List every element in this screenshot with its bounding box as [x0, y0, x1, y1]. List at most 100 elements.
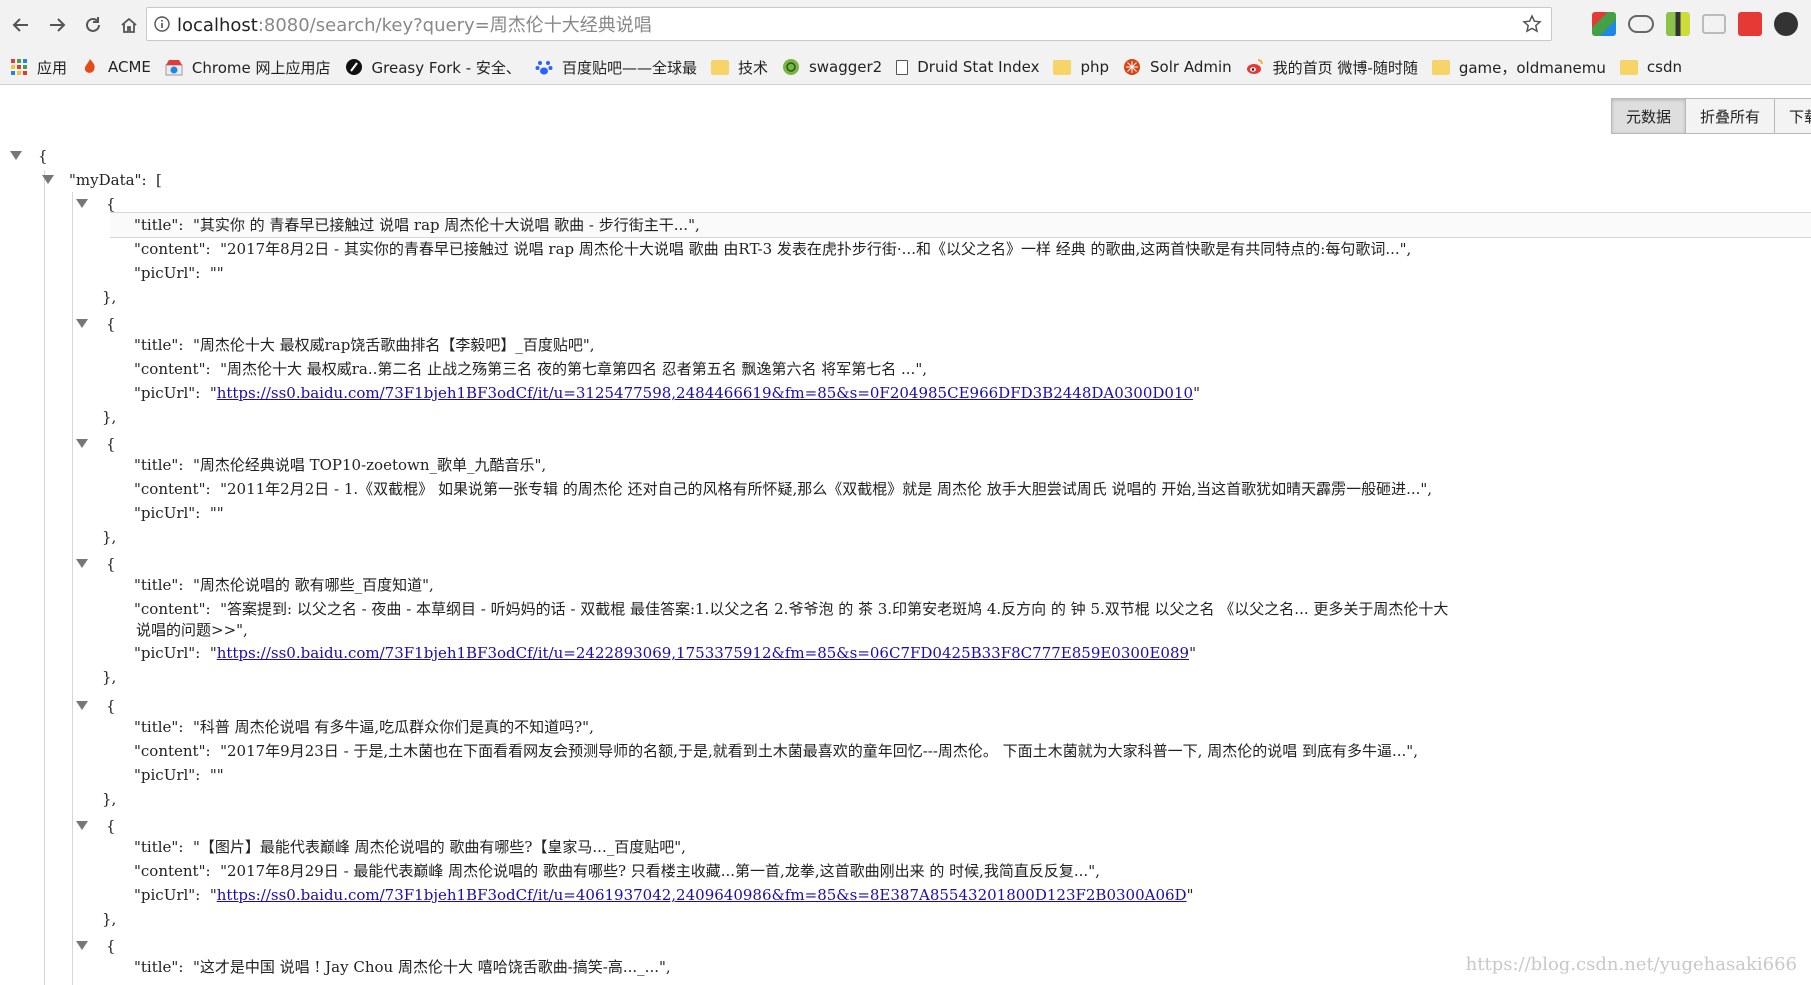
indent-guide [44, 170, 45, 985]
folder-icon [1619, 59, 1638, 75]
item-open-brace: { [106, 817, 116, 835]
item-close-brace: }, [102, 910, 117, 928]
root-open-brace: { [38, 147, 48, 165]
url-host: localhost [177, 15, 258, 36]
item-close-brace: }, [102, 288, 117, 306]
info-icon[interactable] [147, 16, 177, 32]
extension-icons [1592, 12, 1798, 36]
title-line[interactable]: "title": "【图片】最能代表巅峰 周杰伦说唱的 歌曲有哪些?【皇家马..… [134, 837, 686, 857]
raw-data-button[interactable]: 元数据 [1611, 98, 1687, 134]
bookmark-folder-php[interactable]: php [1053, 58, 1109, 76]
bookmark-label: php [1080, 58, 1110, 76]
picurl-line[interactable]: "picUrl": "" [134, 503, 224, 523]
bookmark-webstore[interactable]: Chrome 网上应用店 [165, 57, 331, 78]
bookmark-greasyfork[interactable]: Greasy Fork - 安全、 [345, 57, 521, 78]
title-value: "【图片】最能代表巅峰 周杰伦说唱的 歌曲有哪些?【皇家马..._百度贴吧", [192, 838, 686, 856]
watermark-text: https://blog.csdn.net/yugehasaki666 [1465, 954, 1797, 975]
address-bar[interactable]: localhost:8080/search/key?query=周杰伦十大经典说… [146, 7, 1552, 41]
mydata-key: "myData" [69, 171, 142, 189]
title-line[interactable]: "title": "科普 周杰伦说唱 有多牛逼,吃瓜群众你们是真的不知道吗?", [134, 717, 594, 737]
forward-button[interactable] [40, 8, 74, 42]
content-value: "2017年8月29日 - 最能代表巅峰 周杰伦说唱的 歌曲有哪些? 只看楼主收… [220, 862, 1100, 880]
picurl-line[interactable]: "picUrl": "" [134, 263, 224, 283]
home-button[interactable] [112, 8, 146, 42]
bookmark-swagger[interactable]: swagger2 [782, 58, 882, 76]
title-line[interactable]: "title": "周杰伦说唱的 歌有哪些_百度知道", [134, 575, 434, 595]
url-path: :8080/search/key?query=周杰伦十大经典说唱 [257, 15, 652, 36]
bookmark-druid[interactable]: Druid Stat Index [896, 58, 1039, 76]
extension-camera-icon[interactable] [1702, 14, 1726, 34]
bookmark-baidu-tieba[interactable]: 百度贴吧——全球最 [535, 57, 697, 78]
bookmark-folder-game[interactable]: game，oldmanemu [1431, 57, 1606, 78]
picurl-link[interactable]: https://ss0.baidu.com/73F1bjeh1BF3odCf/i… [217, 644, 1189, 662]
swagger-icon [782, 59, 799, 75]
picurl-line[interactable]: "picUrl": "https://ss0.baidu.com/73F1bje… [134, 885, 1193, 905]
title-value: "其实你 的 青春早已接触过 说唱 rap 周杰伦十大说唱 歌曲 - 步行街主干… [192, 216, 700, 234]
content-continuation: 说唱的问题>>", [136, 621, 248, 639]
content-line[interactable]: "content": "2017年9月23日 - 于是,土木菌也在下面看看网友会… [134, 741, 1418, 761]
item-open-brace: { [106, 195, 116, 213]
title-line[interactable]: "title": "这才是中国 说唱 ! Jay Chou 周杰伦十大 嘻哈饶舌… [134, 957, 671, 977]
mydata-toggle-icon[interactable] [42, 175, 54, 184]
item-toggle-icon[interactable] [76, 821, 88, 830]
content-key: "content": [134, 862, 211, 880]
root-toggle-icon[interactable] [10, 151, 22, 160]
folder-icon [710, 59, 729, 75]
browser-toolbar: localhost:8080/search/key?query=周杰伦十大经典说… [0, 0, 1811, 50]
item-toggle-icon[interactable] [76, 199, 88, 208]
item-toggle-icon[interactable] [76, 319, 88, 328]
content-value: "2011年2月2日 - 1.《双截棍》 如果说第一张专辑 的周杰伦 还对自己的… [220, 480, 1433, 498]
download-button[interactable]: 下载 [1774, 98, 1811, 134]
picurl-line[interactable]: "picUrl": "https://ss0.baidu.com/73F1bje… [134, 383, 1200, 403]
acme-icon [84, 59, 95, 73]
bookmark-acme[interactable]: ACME [81, 58, 151, 76]
json-viewer-toolbar: 元数据 折叠所有 下载 [1611, 98, 1811, 134]
item-toggle-icon[interactable] [76, 439, 88, 448]
url-text[interactable]: localhost:8080/search/key?query=周杰伦十大经典说… [177, 11, 1517, 37]
extension-colorful-icon[interactable] [1592, 12, 1616, 36]
content-line[interactable]: "content": "答案提到: 以父之名 - 夜曲 - 本草纲目 - 听妈妈… [134, 599, 1448, 619]
baidu-paw-icon [535, 61, 553, 75]
title-line[interactable]: "title": "周杰伦十大 最权威rap饶舌歌曲排名【李毅吧】_百度贴吧", [134, 335, 595, 355]
weibo-icon [1246, 59, 1263, 74]
bookmark-label: 技术 [737, 58, 768, 77]
bookmark-label: swagger2 [808, 58, 883, 76]
bookmark-star-icon[interactable] [1517, 14, 1547, 34]
picurl-line[interactable]: "picUrl": "" [134, 765, 224, 785]
content-line[interactable]: "content": "2017年8月29日 - 最能代表巅峰 周杰伦说唱的 歌… [134, 861, 1100, 881]
picurl-link[interactable]: https://ss0.baidu.com/73F1bjeh1BF3odCf/i… [217, 886, 1187, 904]
title-key: "title": [134, 838, 184, 856]
title-line[interactable]: "title": "其实你 的 青春早已接触过 说唱 rap 周杰伦十大说唱 歌… [134, 215, 700, 235]
item-toggle-icon[interactable] [76, 701, 88, 710]
item-open-brace: { [106, 937, 116, 955]
item-open-brace: { [106, 697, 116, 715]
item-toggle-icon[interactable] [76, 941, 88, 950]
extension-bar-icon[interactable] [1666, 12, 1690, 36]
collapse-all-button[interactable]: 折叠所有 [1685, 98, 1776, 134]
extension-link-icon[interactable] [1628, 15, 1654, 33]
bookmark-apps[interactable]: 应用 [10, 57, 67, 78]
item-toggle-icon[interactable] [76, 559, 88, 568]
item-open-brace: { [106, 435, 116, 453]
bookmark-weibo[interactable]: 我的首页 微博-随时随 [1246, 57, 1418, 78]
extension-owl-icon[interactable] [1774, 12, 1798, 36]
bookmark-folder-csdn[interactable]: csdn [1619, 58, 1682, 76]
title-key: "title": [134, 576, 184, 594]
reload-button[interactable] [76, 8, 110, 42]
bookmark-label: csdn [1646, 58, 1682, 76]
content-line[interactable]: "content": "2017年8月2日 - 其实你的青春早已接触过 说唱 r… [134, 239, 1411, 259]
bookmark-solr[interactable]: Solr Admin [1123, 58, 1232, 76]
content-line[interactable]: "content": "2011年2月2日 - 1.《双截棍》 如果说第一张专辑… [134, 479, 1432, 499]
greasyfork-icon [345, 59, 362, 75]
extension-fe-icon[interactable] [1738, 12, 1762, 36]
content-line[interactable]: "content": "周杰伦十大 最权威ra..第二名 止战之殇第三名 夜的第… [134, 359, 927, 379]
back-button[interactable] [4, 8, 38, 42]
title-value: "周杰伦说唱的 歌有哪些_百度知道", [192, 576, 434, 594]
picurl-link[interactable]: https://ss0.baidu.com/73F1bjeh1BF3odCf/i… [217, 384, 1193, 402]
picurl-key: "picUrl": [134, 886, 201, 904]
indent-guide [72, 192, 73, 985]
title-line[interactable]: "title": "周杰伦经典说唱 TOP10-zoetown_歌单_九酷音乐"… [134, 455, 546, 475]
bookmark-label: Solr Admin [1150, 58, 1232, 76]
bookmark-folder-tech[interactable]: 技术 [710, 57, 768, 78]
picurl-line[interactable]: "picUrl": "https://ss0.baidu.com/73F1bje… [134, 643, 1196, 663]
